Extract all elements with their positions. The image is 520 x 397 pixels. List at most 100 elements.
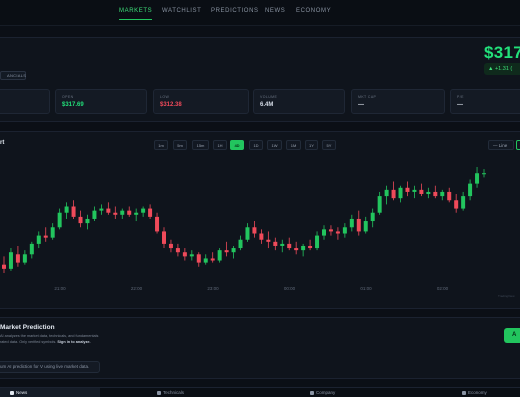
- x-tick-label: 22:00: [131, 286, 143, 291]
- stat-label: LOW: [160, 95, 170, 99]
- tab-news-label: News: [16, 390, 28, 395]
- nav-watchlist[interactable]: WATCHLIST: [162, 8, 201, 14]
- timeframe-5y[interactable]: 5Y: [322, 140, 336, 150]
- candle-body: [391, 189, 396, 199]
- tab-company[interactable]: Company: [310, 390, 335, 395]
- chart-type-candle[interactable]: [516, 140, 520, 150]
- candle-body: [398, 187, 403, 199]
- x-tick-label: 02:00: [437, 286, 449, 291]
- nav-economy[interactable]: ECONOMY: [296, 8, 331, 14]
- price-change: ▲ +1.31 (: [484, 63, 520, 75]
- candle-body: [280, 243, 285, 246]
- stat-value: $312.38: [160, 102, 182, 108]
- nav-markets[interactable]: MARKETS: [119, 8, 152, 14]
- candle-body: [189, 254, 194, 257]
- price-chart[interactable]: 21:00 22:00 23:00 00:00 01:00 02:00 TradingVie…: [0, 155, 520, 305]
- candle-body: [22, 254, 27, 263]
- candle-body: [120, 210, 125, 215]
- candle-body: [162, 231, 166, 244]
- top-nav: [0, 0, 520, 26]
- prediction-title: Market Prediction: [0, 324, 55, 331]
- candle-body: [238, 239, 243, 249]
- timeframe-1mo[interactable]: 1M: [286, 140, 301, 150]
- candle-body: [106, 208, 111, 213]
- candle-body: [440, 191, 445, 197]
- nav-news[interactable]: NEWS: [265, 8, 285, 14]
- candle-body: [412, 189, 417, 192]
- candle-body: [155, 216, 160, 232]
- candle-body: [377, 196, 382, 213]
- candle-body: [342, 227, 347, 234]
- analyze-button[interactable]: A: [504, 328, 520, 343]
- chart-watermark: TradingView: [498, 294, 515, 298]
- x-tick-label: 21:00: [54, 286, 66, 291]
- candle-body: [475, 173, 480, 184]
- candle-body: [405, 187, 410, 192]
- nav-active-underline: [119, 19, 152, 20]
- candle-body: [447, 191, 452, 201]
- candle-body: [36, 235, 41, 244]
- stat-value: —: [358, 102, 364, 108]
- tab-economy[interactable]: Economy: [462, 390, 487, 395]
- candle-body: [252, 227, 257, 234]
- candle-body: [231, 248, 236, 253]
- tab-technicals[interactable]: Technicals: [157, 390, 184, 395]
- timeframe-1m[interactable]: 1m: [154, 140, 168, 150]
- prediction-signin-text[interactable]: Sign in to analyze.: [57, 340, 90, 344]
- candle-body: [71, 206, 76, 217]
- candle-body: [433, 191, 438, 197]
- candle-body: [203, 258, 208, 263]
- timeframe-4d[interactable]: 4D: [230, 140, 244, 150]
- timeframe-1y[interactable]: 1Y: [305, 140, 318, 150]
- candle-body: [273, 241, 278, 246]
- candle-body: [57, 212, 62, 228]
- financials-badge[interactable]: ANCIALS: [0, 71, 26, 80]
- tab-news[interactable]: News: [10, 390, 27, 395]
- candle-body: [482, 173, 486, 175]
- candle-body: [64, 206, 69, 213]
- candle-body: [315, 235, 320, 249]
- stat-label: P/E: [457, 95, 464, 99]
- candle-body: [363, 221, 368, 232]
- nav-predictions[interactable]: PREDICTIONS: [211, 8, 259, 14]
- candle-body: [245, 227, 250, 240]
- candle-body: [384, 189, 389, 197]
- candle-body: [78, 216, 83, 224]
- candle-body: [224, 250, 229, 253]
- timeframe-1d[interactable]: 1D: [249, 140, 263, 150]
- candle-body: [148, 208, 153, 217]
- stat-card-prev: [0, 89, 50, 114]
- candle-body: [294, 248, 299, 251]
- stat-label: VOLUME: [260, 95, 278, 99]
- x-ticks-group: 21:00 22:00 23:00 00:00 01:00 02:00 TradingVie…: [54, 286, 515, 298]
- candle-body: [196, 254, 201, 263]
- candle-body: [85, 218, 90, 224]
- timeframe-5m[interactable]: 5m: [173, 140, 187, 150]
- candle-body: [43, 235, 48, 238]
- stat-card-low: LOW $312.38: [153, 89, 249, 114]
- candle-body: [134, 212, 139, 215]
- candle-body: [426, 191, 431, 195]
- timeframe-1w[interactable]: 1W: [267, 140, 282, 150]
- x-tick-label: 23:00: [207, 286, 219, 291]
- candle-body: [175, 248, 180, 253]
- timeframe-15m[interactable]: 15m: [192, 140, 209, 150]
- candle-body: [259, 233, 264, 240]
- stat-card-volume: VOLUME 6.4M: [253, 89, 345, 114]
- current-price: $317: [484, 43, 520, 62]
- candle-body: [454, 200, 459, 209]
- candle-body: [127, 210, 132, 215]
- x-tick-label: 01:00: [360, 286, 372, 291]
- chart-title: rt: [0, 140, 5, 146]
- prediction-input-text: um AI prediction for V using live market…: [0, 364, 90, 369]
- timeframe-1h[interactable]: 1H: [213, 140, 227, 150]
- candle-body: [113, 212, 118, 215]
- candle-body: [2, 264, 6, 269]
- candle-body: [419, 189, 424, 195]
- chart-type-line[interactable]: — Line: [488, 140, 514, 150]
- candles-group: [2, 167, 486, 273]
- candle-body: [141, 208, 146, 213]
- news-icon: [10, 390, 14, 395]
- prediction-desc-line-2: rated data. Only verified symbols.: [0, 339, 57, 344]
- candle-body: [8, 252, 13, 269]
